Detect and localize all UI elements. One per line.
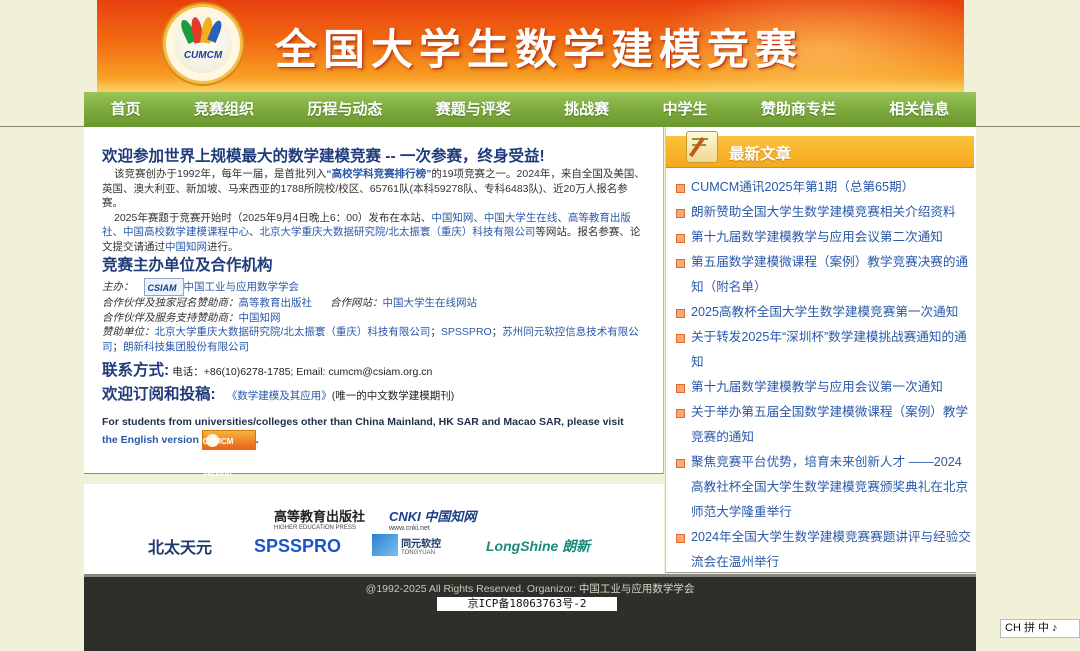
link-coop-site[interactable]: 中国大学生在线网站 xyxy=(383,297,478,309)
sponsor-logo-cnki[interactable]: CNKI 中国知网 www.cnki.net xyxy=(389,506,476,532)
latest-articles-header: 最新文章 xyxy=(666,131,974,168)
link-partner-hep[interactable]: 高等教育出版社 xyxy=(239,297,313,309)
english-version-badge[interactable]: CUMCM English Version xyxy=(201,430,256,478)
intro-paragraph: 该竞赛创办于1992年，每年一届，是首批列入“高校学科竞赛排行榜”的19项竞赛之… xyxy=(102,168,645,209)
welcome-heading: 欢迎参加世界上规模最大的数学建模竞赛 -- 一次参赛，终身受益! xyxy=(102,148,545,165)
subscribe-line: 欢迎订阅和投稿: 《数学建模及其应用》(唯一的中文数学建模期刊) xyxy=(102,386,455,403)
nav-item-sponsors[interactable]: 赞助商专栏 xyxy=(734,92,862,127)
sponsor-logo-hep[interactable]: 高等教育出版社 HIGHER EDUCATION PRESS xyxy=(274,506,365,531)
csiam-logo[interactable]: CSIAM xyxy=(143,278,184,296)
footer: @1992-2025 All Rights Reserved. Organizo… xyxy=(84,574,976,651)
footer-organizer-link[interactable]: 中国工业与应用数学学会 xyxy=(579,583,695,595)
cumcm-logo[interactable]: CUMCM xyxy=(163,4,243,84)
article-link[interactable]: 第五届数学建模微课程（案例）教学竞赛决赛的通知（附名单） xyxy=(674,250,974,300)
article-link[interactable]: 第十九届数学建模教学与应用会议第一次通知 xyxy=(674,375,974,400)
sponsor-logos: 高等教育出版社 HIGHER EDUCATION PRESS CNKI 中国知网… xyxy=(84,484,664,574)
journal-link[interactable]: 《数学建模及其应用》 xyxy=(227,390,332,402)
article-link[interactable]: 第十九届数学建模教学与应用会议第二次通知 xyxy=(674,225,974,250)
article-link[interactable]: 关于举办第五届全国数学建模微课程（案例）教学竞赛的通知 xyxy=(674,400,974,450)
link-csiam[interactable]: 中国工业与应用数学学会 xyxy=(184,281,300,293)
tongyuan-mark-icon xyxy=(372,534,398,556)
link-bigdata-institute[interactable]: 北京大学重庆大数据研究院/北太振寰（重庆）科技有限公司 xyxy=(260,226,536,238)
link-service-cnki[interactable]: 中国知网 xyxy=(239,312,281,324)
article-link[interactable]: 2025高教杯全国大学生数学建模竞赛第一次通知 xyxy=(674,300,974,325)
link-cnki-submit[interactable]: 中国知网 xyxy=(165,241,207,253)
link-course-center[interactable]: 中国高校数学建模课程中心 xyxy=(123,226,249,238)
icp-badge[interactable]: 京ICP备18063763号-2 xyxy=(437,597,617,611)
service-line: 合作伙伴及服务支持赞助商：中国知网 xyxy=(102,311,281,324)
subscribe-heading: 欢迎订阅和投稿: xyxy=(102,386,216,403)
main-nav: 首页 竞赛组织 历程与动态 赛题与评奖 挑战赛 中学生 赞助商专栏 相关信息 xyxy=(84,92,976,127)
nav-item-organization[interactable]: 竞赛组织 xyxy=(167,92,280,127)
nav-item-problems-awards[interactable]: 赛题与评奖 xyxy=(409,92,537,127)
copyright-text: @1992-2025 All Rights Reserved. Organizo… xyxy=(365,583,695,595)
sponsor-logo-spsspro[interactable]: SPSSPRO xyxy=(254,536,341,557)
release-paragraph: 2025年赛题于竞赛开始时（2025年9月4日晚上6：00）发布在本站、中国知网… xyxy=(102,211,641,253)
article-link[interactable]: CUMCM通讯2025年第1期（总第65期） xyxy=(674,175,974,200)
organizers-heading: 竞赛主办单位及合作机构 xyxy=(102,257,273,274)
sponsor-logo-beitai[interactable]: 北太天元 xyxy=(148,534,212,558)
contact-line: 联系方式: 电话：+86(10)6278-1785; Email: cumcm@… xyxy=(102,358,645,380)
english-version-link[interactable]: the English version xyxy=(102,434,199,446)
english-notice: For students from universities/colleges … xyxy=(102,416,624,478)
link-sponsor-beitai[interactable]: 北京大学重庆大数据研究院/北太振寰（重庆）科技有限公司 xyxy=(155,326,431,338)
nav-item-challenge[interactable]: 挑战赛 xyxy=(538,92,636,127)
link-sponsor-spsspro[interactable]: SPSSPRO xyxy=(441,326,492,338)
nav-item-home[interactable]: 首页 xyxy=(84,92,167,127)
ranking-link[interactable]: “高校学科竞赛排行榜” xyxy=(326,168,431,180)
host-line: 主办： CSIAM 中国工业与应用数学学会 xyxy=(102,278,645,296)
article-link[interactable]: 朗新赞助全国大学生数学建模竞赛相关介绍资料 xyxy=(674,200,974,225)
article-list: CUMCM通讯2025年第1期（总第65期） 朗新赞助全国大学生数学建模竞赛相关… xyxy=(674,175,974,575)
partner-line: 合作伙伴及独家冠名赞助商：高等教育出版社 合作网站：中国大学生在线网站 xyxy=(102,297,478,309)
sponsor-line: 赞助单位：北京大学重庆大数据研究院/北太振寰（重庆）科技有限公司；SPSSPRO… xyxy=(102,326,639,353)
article-link[interactable]: 聚焦竞赛平台优势，培育未来创新人才 ——2024高教社杯全国大学生数学建模竞赛颁… xyxy=(674,450,974,525)
link-univs[interactable]: 中国大学生在线 xyxy=(484,212,558,224)
nav-item-history[interactable]: 历程与动态 xyxy=(281,92,409,127)
notepad-pen-icon xyxy=(686,131,718,163)
sponsor-logo-longshine[interactable]: LongShine 朗新 xyxy=(486,536,590,556)
site-title: 全国大学生数学建模竞赛 xyxy=(275,25,804,74)
contact-heading: 联系方式: xyxy=(102,362,170,379)
contact-text: 电话：+86(10)6278-1785; Email: cumcm@csiam.… xyxy=(172,366,433,378)
header-banner: CUMCM 全国大学生数学建模竞赛 xyxy=(97,0,964,92)
article-link[interactable]: 2024年全国大学生数学建模竞赛赛题讲评与经验交流会在温州举行 xyxy=(674,525,974,575)
latest-articles-title: 最新文章 xyxy=(729,146,792,163)
link-sponsor-longshine[interactable]: 朗新科技集团股份有限公司 xyxy=(123,341,249,353)
logo-text: CUMCM xyxy=(183,50,223,61)
main-content: 欢迎参加世界上规模最大的数学建模竞赛 -- 一次参赛，终身受益! 该竞赛创办于1… xyxy=(84,127,664,478)
latest-articles-sidebar: 最新文章 CUMCM通讯2025年第1期（总第65期） 朗新赞助全国大学生数学建… xyxy=(665,127,976,573)
nav-item-high-school[interactable]: 中学生 xyxy=(636,92,734,127)
sponsor-logo-tongyuan[interactable]: 同元软控 TONGYUAN xyxy=(372,534,441,556)
ime-status-widget[interactable]: CH 拼 中 ♪ xyxy=(1000,619,1080,638)
article-link[interactable]: 关于转发2025年“深圳杯”数学建模挑战赛通知的通知 xyxy=(674,325,974,375)
link-cnki[interactable]: 中国知网 xyxy=(431,212,473,224)
nav-item-related[interactable]: 相关信息 xyxy=(863,92,976,127)
